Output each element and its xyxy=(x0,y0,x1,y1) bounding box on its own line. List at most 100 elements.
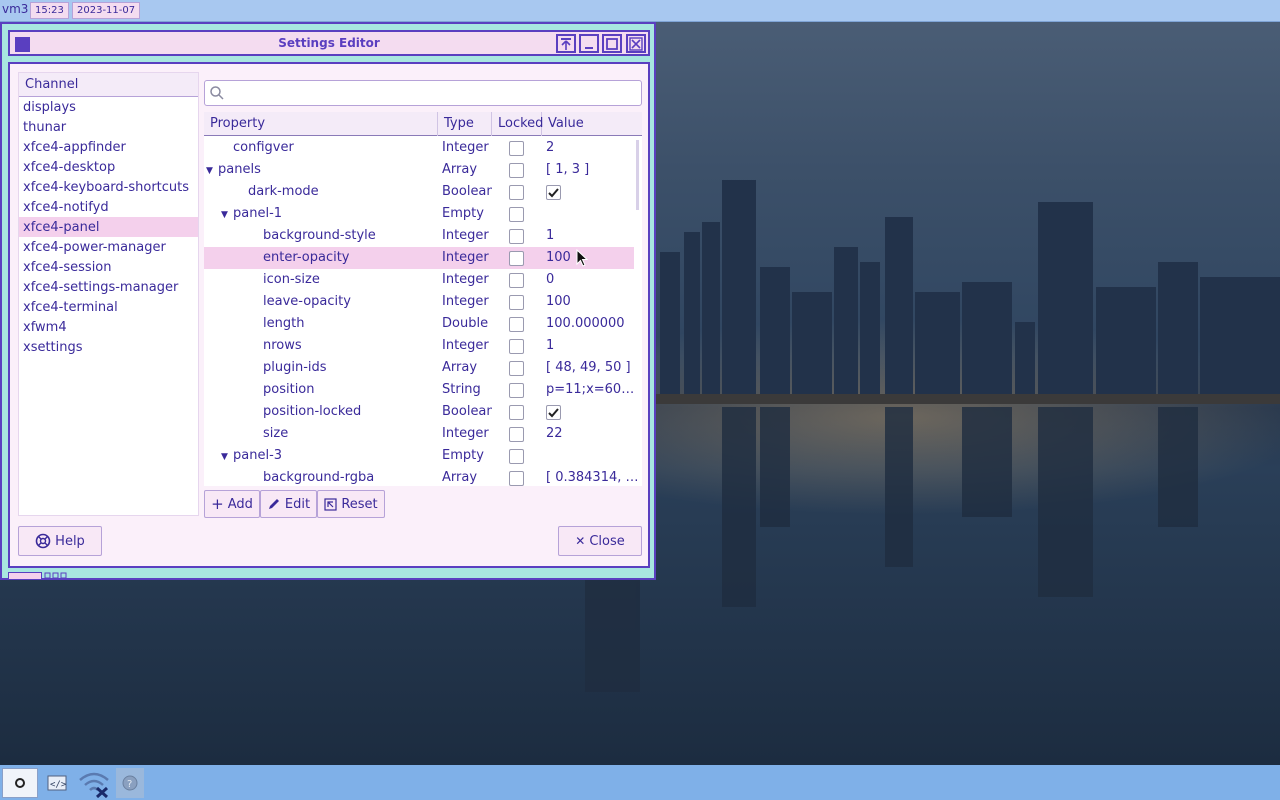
close-button[interactable]: ✕ Close xyxy=(558,526,642,556)
locked-checkbox[interactable] xyxy=(509,339,524,354)
channel-item[interactable]: xfce4-desktop xyxy=(19,157,198,177)
locked-checkbox[interactable] xyxy=(509,449,524,464)
table-row[interactable]: position-locked Boolean xyxy=(204,401,634,423)
column-header-property[interactable]: Property xyxy=(204,112,438,136)
channel-item[interactable]: xfce4-power-manager xyxy=(19,237,198,257)
table-row[interactable]: enter-opacity Integer 100 xyxy=(204,247,634,269)
table-row[interactable]: icon-size Integer 0 xyxy=(204,269,634,291)
table-row[interactable]: background-rgba Array [ 0.384314, 0.… xyxy=(204,467,640,486)
checkmark-icon xyxy=(548,188,559,198)
table-row[interactable]: configver Integer 2 xyxy=(204,137,634,159)
table-row[interactable]: nrows Integer 1 xyxy=(204,335,634,357)
property-cell: configver xyxy=(204,140,436,155)
table-row[interactable]: length Double 100.000000 xyxy=(204,313,634,335)
table-row[interactable]: leave-opacity Integer 100 xyxy=(204,291,634,313)
show-desktop-button[interactable] xyxy=(2,768,38,798)
locked-checkbox[interactable] xyxy=(509,273,524,288)
channel-column-header[interactable]: Channel xyxy=(19,73,198,97)
table-row[interactable]: dark-mode Boolean xyxy=(204,181,634,203)
locked-checkbox[interactable] xyxy=(509,427,524,442)
locked-checkbox[interactable] xyxy=(509,251,524,266)
expander-down-icon[interactable]: ▼ xyxy=(221,210,233,220)
clock-date[interactable]: 2023-11-07 xyxy=(72,2,141,19)
table-row[interactable]: ▼ panels Array [ 1, 3 ] xyxy=(204,159,634,181)
column-header-locked[interactable]: Locked xyxy=(492,112,543,136)
mouse-pointer-icon xyxy=(576,248,589,271)
value-checkbox-checked[interactable] xyxy=(546,405,561,420)
value-checkbox-checked[interactable] xyxy=(546,185,561,200)
column-header-type[interactable]: Type xyxy=(438,112,492,136)
table-row[interactable]: background-style Integer 1 xyxy=(204,225,634,247)
property-name: dark-mode xyxy=(248,184,319,199)
close-button-label: Close xyxy=(589,533,625,549)
channel-item[interactable]: xfce4-panel xyxy=(19,217,198,237)
edit-button-label: Edit xyxy=(284,496,311,512)
locked-checkbox[interactable] xyxy=(509,361,524,376)
channel-item[interactable]: xsettings xyxy=(19,337,198,357)
channel-item[interactable]: displays xyxy=(19,97,198,117)
property-name: enter-opacity xyxy=(263,250,350,265)
channel-item[interactable]: xfce4-keyboard-shortcuts xyxy=(19,177,198,197)
add-button[interactable]: + Add xyxy=(204,490,260,518)
table-row[interactable]: ▼ panel-1 Empty xyxy=(204,203,634,225)
table-row[interactable]: size Integer 22 xyxy=(204,423,634,445)
close-icon xyxy=(629,36,643,51)
window-title: Settings Editor xyxy=(278,36,380,50)
type-cell: Integer xyxy=(442,228,489,243)
edit-button[interactable]: Edit xyxy=(260,490,317,518)
expander-down-icon[interactable]: ▼ xyxy=(221,452,233,462)
channel-item[interactable]: xfce4-appfinder xyxy=(19,137,198,157)
locked-checkbox[interactable] xyxy=(509,383,524,398)
close-window-button[interactable] xyxy=(626,34,646,53)
channel-item[interactable]: xfwm4 xyxy=(19,317,198,337)
value-cell: [ 1, 3 ] xyxy=(546,162,590,177)
type-cell: Array xyxy=(442,470,478,485)
window-resize-handle[interactable] xyxy=(8,572,42,580)
search-input[interactable] xyxy=(204,80,642,106)
svg-text:</>: </> xyxy=(50,780,67,790)
help-button[interactable]: Help xyxy=(18,526,102,556)
channel-item[interactable]: xfce4-session xyxy=(19,257,198,277)
property-cell: length xyxy=(204,316,436,331)
window-grip-icon xyxy=(44,572,67,579)
table-row[interactable]: position String p=11;x=607;y… xyxy=(204,379,640,401)
property-name: position xyxy=(263,382,315,397)
table-scrollbar[interactable] xyxy=(636,140,639,210)
reset-button[interactable]: Reset xyxy=(317,490,385,518)
locked-checkbox[interactable] xyxy=(509,295,524,310)
locked-checkbox[interactable] xyxy=(509,185,524,200)
minimize-button[interactable] xyxy=(579,34,599,53)
column-header-value[interactable]: Value xyxy=(542,112,642,136)
terminal-launcher[interactable]: </> xyxy=(44,768,70,798)
channel-item[interactable]: xfce4-terminal xyxy=(19,297,198,317)
notification-button[interactable]: ? xyxy=(116,768,144,798)
property-name: nrows xyxy=(263,338,302,353)
code-terminal-icon: </> xyxy=(47,775,67,791)
settings-editor-window: Settings Editor Channel displays thunar xf… xyxy=(0,22,656,580)
channel-item[interactable]: xfce4-settings-manager xyxy=(19,277,198,297)
locked-checkbox[interactable] xyxy=(509,229,524,244)
network-status[interactable] xyxy=(76,768,112,798)
locked-checkbox[interactable] xyxy=(509,317,524,332)
table-row[interactable]: plugin-ids Array [ 48, 49, 50 ] xyxy=(204,357,634,379)
locked-checkbox[interactable] xyxy=(509,141,524,156)
property-name: panels xyxy=(218,162,261,177)
clock-time[interactable]: 15:23 xyxy=(30,2,69,19)
always-on-top-button[interactable] xyxy=(556,34,576,53)
channel-item[interactable]: thunar xyxy=(19,117,198,137)
window-titlebar[interactable]: Settings Editor xyxy=(8,30,650,56)
maximize-button[interactable] xyxy=(602,34,622,53)
locked-checkbox[interactable] xyxy=(509,207,524,222)
pencil-icon xyxy=(268,499,279,509)
locked-checkbox[interactable] xyxy=(509,163,524,178)
workspace-label[interactable]: vm3 xyxy=(2,2,28,16)
table-row[interactable]: ▼ panel-3 Empty xyxy=(204,445,634,467)
locked-checkbox[interactable] xyxy=(509,405,524,420)
property-name: leave-opacity xyxy=(263,294,351,309)
locked-checkbox[interactable] xyxy=(509,471,524,486)
expander-down-icon[interactable]: ▼ xyxy=(206,166,218,176)
channel-item[interactable]: xfce4-notifyd xyxy=(19,197,198,217)
minimize-icon xyxy=(585,46,593,49)
property-cell: ▼ panel-1 xyxy=(204,206,436,221)
property-cell: background-rgba xyxy=(204,470,436,485)
